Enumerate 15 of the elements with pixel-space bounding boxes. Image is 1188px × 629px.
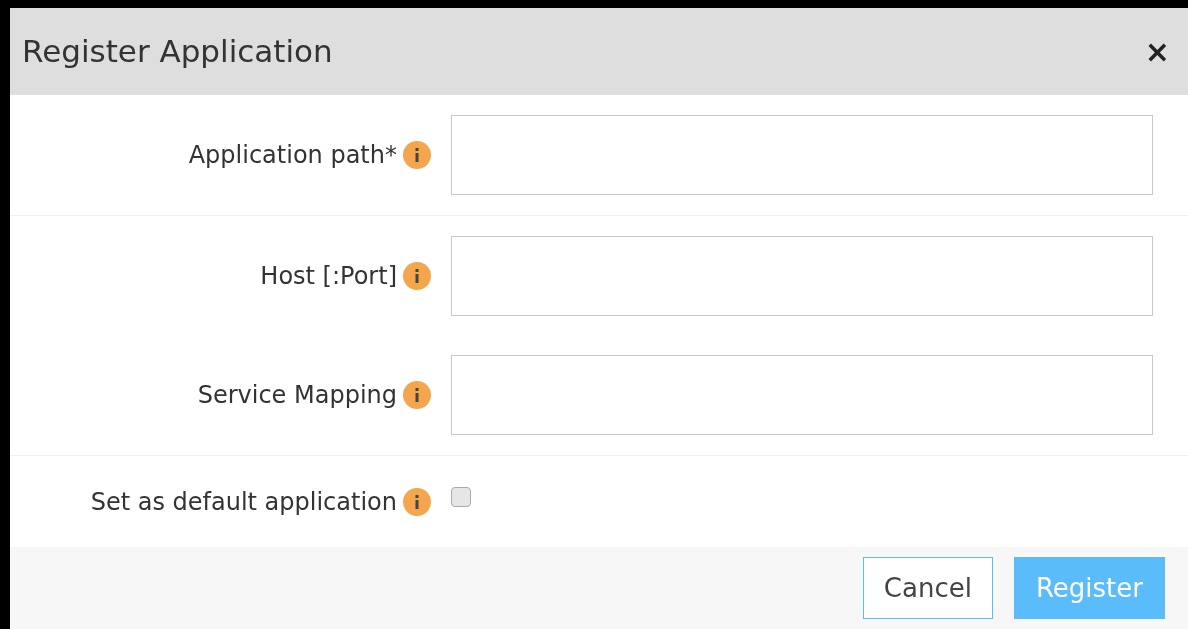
- field-label: Application path*: [188, 140, 397, 171]
- input-field[interactable]: [451, 235, 1153, 316]
- input-field[interactable]: [451, 115, 1153, 195]
- cancel-button[interactable]: Cancel: [862, 557, 993, 619]
- close-button[interactable]: ×: [1144, 36, 1170, 67]
- dialog-title: Register Application: [22, 32, 333, 72]
- info-icon[interactable]: [403, 487, 431, 516]
- field-label: Host [:Port]: [260, 260, 397, 292]
- field-label: Set as default application: [90, 486, 397, 518]
- checkbox[interactable]: [451, 486, 471, 507]
- field-label: Service Mapping: [197, 380, 397, 411]
- info-icon[interactable]: [403, 261, 431, 290]
- input-field[interactable]: [451, 355, 1153, 435]
- info-icon[interactable]: [403, 381, 431, 409]
- info-icon[interactable]: [403, 141, 431, 169]
